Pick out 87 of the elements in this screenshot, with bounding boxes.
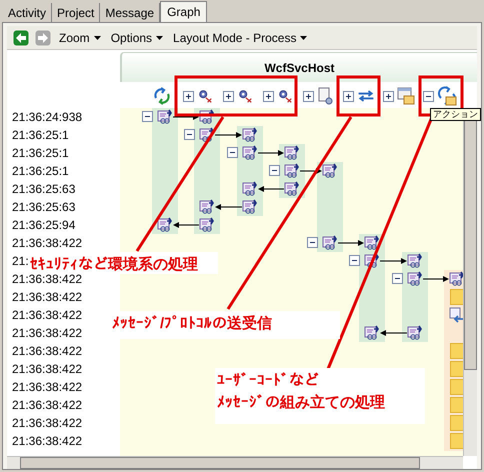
node-icon[interactable] [157,109,173,125]
expand-toggle[interactable] [383,90,394,102]
arrow [422,276,449,282]
arrow [380,330,408,336]
node-icon[interactable] [199,127,215,143]
timestamp: 21:36:25:63 [12,181,76,198]
node-icon[interactable] [407,325,423,341]
tab[interactable]: Graph [160,1,208,22]
node-icon[interactable] [322,235,338,251]
timestamp: 21:36:38:422 [12,397,82,414]
node-icon[interactable] [284,145,300,161]
scroll-thumb[interactable] [464,120,477,370]
back-icon[interactable] [13,30,29,46]
arrow [300,168,322,174]
graph-header: WcfSvcHost [120,52,477,82]
arrow [214,132,242,138]
timestamp: 21:36:25:1 [12,145,69,162]
node-icon[interactable] [284,181,300,197]
timestamp: 21:36:38:422 [12,361,82,378]
node-icon[interactable] [242,199,258,215]
timestamp: 21:36:38:422 [12,379,82,396]
menu-button[interactable]: Zoom [57,28,103,46]
timestamp: 21:36:38:422 [12,289,82,306]
expand-toggle[interactable] [343,90,354,102]
sync-mail-icon[interactable] [437,86,457,106]
timestamp: 21:36:25:94 [12,217,76,234]
node-icon[interactable] [284,163,300,179]
arrow [338,240,364,246]
expand-toggle[interactable] [303,90,314,102]
collapse-toggle[interactable] [269,165,280,176]
timestamp: 21:36:38:422 [12,307,82,324]
caret-icon [300,36,308,40]
node-icon[interactable] [407,271,423,287]
scroll-thumb[interactable] [20,457,420,469]
menu-button[interactable]: Layout Mode - Process [171,28,310,46]
window-mail-icon[interactable] [397,87,415,105]
collapse-toggle[interactable] [392,273,403,284]
arrow [258,186,284,192]
caret-icon [94,36,101,40]
collapse-toggle[interactable] [423,90,434,102]
node-icon[interactable] [199,109,215,125]
timestamp: 21:36:38:422 [12,235,82,252]
callout-label: ｾｷｭﾘﾃｨなど環境系の処理 [28,252,218,274]
document-icon[interactable] [317,87,333,105]
tooltip: アクション [430,108,481,121]
menu-button[interactable]: Options [108,28,166,46]
timestamp: 21:36:38:422 [12,343,82,360]
node-icon[interactable] [364,253,380,269]
node-icon[interactable] [364,235,380,251]
node-icon[interactable] [242,127,258,143]
timestamp: 21:36:38:422 [12,325,82,342]
callout-label: ﾕｰｻﾞｰｺｰﾄﾞなど ﾒｯｾｰｼﾞの組み立ての処理 [215,368,425,424]
timestamp: 21:36:38:422 [12,271,82,288]
horizontal-scrollbar[interactable] [7,456,463,469]
arrow [258,150,284,156]
timestamp: 21:36:38:422 [12,415,82,432]
arrow [172,114,199,120]
arrow [173,222,200,228]
collapse-toggle[interactable] [142,111,153,122]
node-icon[interactable] [157,217,173,233]
node-icon[interactable] [199,199,215,215]
timestamp: 21:36:25:63 [12,199,76,216]
collapse-toggle[interactable] [227,147,238,158]
node-icon[interactable] [242,145,258,161]
node-icon[interactable] [322,163,338,179]
expand-toggle[interactable] [223,90,234,102]
transfer-icon[interactable] [357,89,375,103]
timestamp: 21:36:25:1 [12,127,69,144]
timestamp: 21:36:25:1 [12,163,69,180]
callout-label: ﾒｯｾｰｼﾞ/ﾌﾟﾛﾄｺﾙの送受信 [110,311,340,339]
node-icon[interactable] [242,181,258,197]
highlight-frame [336,76,380,116]
collapse-toggle[interactable] [307,237,318,248]
expand-toggle[interactable] [183,90,194,102]
caret-icon [156,36,164,40]
expand-toggle[interactable] [263,90,274,102]
node-icon[interactable] [199,217,215,233]
collapse-toggle[interactable] [184,129,195,140]
node-icon[interactable] [364,325,380,341]
sync-icon[interactable] [153,87,171,105]
timestamp: 21: [12,253,29,270]
timestamp: 21:36:24:938 [12,109,82,126]
arrow [215,204,242,210]
arrow [380,258,407,264]
timestamp: 21:36:38:422 [12,433,82,450]
node-icon[interactable] [407,253,423,269]
collapse-toggle[interactable] [349,255,360,266]
